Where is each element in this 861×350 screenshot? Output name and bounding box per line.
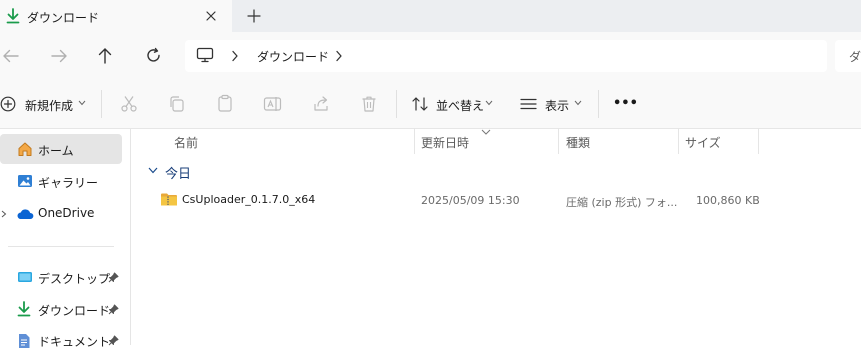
collapse-chevron-icon[interactable] [148, 167, 158, 174]
sort-button[interactable]: 並べ替え [436, 97, 484, 114]
chevron-down-icon[interactable] [78, 100, 86, 106]
sidebar-item-gallery[interactable]: ギャラリー [38, 174, 98, 191]
column-header-type[interactable]: 種類 [566, 134, 590, 151]
forward-arrow-icon[interactable] [50, 48, 68, 64]
more-options-button[interactable]: ••• [613, 96, 638, 111]
search-placeholder: ダ [849, 50, 861, 64]
onedrive-icon[interactable] [16, 207, 34, 221]
sidebar-item-documents[interactable]: ドキュメント [38, 333, 110, 350]
chevron-down-icon[interactable] [574, 100, 582, 106]
new-button[interactable]: 新規作成 [25, 97, 73, 114]
column-divider[interactable] [558, 128, 559, 154]
file-type: 圧縮 (zip 形式) フォ... [566, 196, 678, 209]
documents-icon[interactable] [17, 333, 31, 349]
view-button[interactable]: 表示 [545, 97, 569, 114]
pin-icon[interactable] [108, 304, 119, 315]
pin-icon[interactable] [108, 272, 119, 283]
view-lines-icon[interactable] [520, 98, 537, 110]
breadcrumb-downloads[interactable]: ダウンロード [257, 48, 329, 65]
sort-icon[interactable] [411, 96, 429, 112]
chevron-down-icon[interactable] [485, 100, 493, 106]
file-date: 2025/05/09 15:30 [421, 194, 520, 207]
file-size: 100,860 KB [696, 194, 760, 207]
toolbar-divider [101, 90, 102, 118]
pane-splitter[interactable] [130, 129, 131, 345]
up-arrow-icon[interactable] [97, 47, 113, 65]
download-icon[interactable] [17, 301, 31, 317]
column-divider[interactable] [414, 128, 415, 154]
zip-folder-icon [160, 192, 178, 207]
sidebar-item-desktop[interactable]: デスクトップ [38, 270, 110, 287]
column-header-size[interactable]: サイズ [685, 134, 721, 151]
toolbar-divider [396, 90, 397, 118]
close-icon[interactable] [201, 6, 221, 26]
sidebar-item-downloads[interactable]: ダウンロード [38, 302, 110, 319]
column-header-name[interactable]: 名前 [174, 134, 198, 151]
new-tab-button[interactable] [244, 6, 264, 26]
group-header-today[interactable]: 今日 [165, 163, 191, 182]
paste-icon[interactable] [216, 94, 234, 112]
back-arrow-icon[interactable] [2, 48, 20, 64]
delete-icon[interactable] [360, 95, 378, 113]
pin-icon[interactable] [108, 335, 119, 346]
sort-chevron-icon [481, 129, 491, 135]
this-pc-icon[interactable] [196, 47, 214, 63]
sidebar-item-onedrive[interactable]: OneDrive [38, 206, 94, 220]
column-divider[interactable] [758, 128, 759, 154]
home-icon [17, 141, 33, 157]
sidebar-item-label: ホーム [38, 144, 74, 158]
chevron-right-icon[interactable] [231, 50, 239, 62]
refresh-icon[interactable] [145, 47, 162, 64]
column-divider[interactable] [678, 128, 679, 154]
plus-icon [247, 9, 261, 23]
cut-icon[interactable] [120, 95, 138, 113]
expand-chevron-icon[interactable] [1, 210, 7, 218]
file-name[interactable]: CsUploader_0.1.7.0_x64 [182, 193, 315, 206]
desktop-folder-icon[interactable] [17, 269, 33, 285]
sidebar-divider [8, 246, 114, 247]
share-icon[interactable] [312, 95, 330, 113]
download-icon [6, 8, 20, 24]
column-header-date[interactable]: 更新日時 [421, 134, 469, 151]
tab-title: ダウンロード [27, 11, 100, 25]
chevron-right-icon[interactable] [335, 50, 343, 62]
copy-icon[interactable] [168, 95, 186, 113]
new-plus-icon[interactable] [0, 96, 16, 112]
rename-icon[interactable] [263, 95, 283, 113]
toolbar-divider [598, 90, 599, 118]
gallery-icon[interactable] [17, 173, 33, 189]
